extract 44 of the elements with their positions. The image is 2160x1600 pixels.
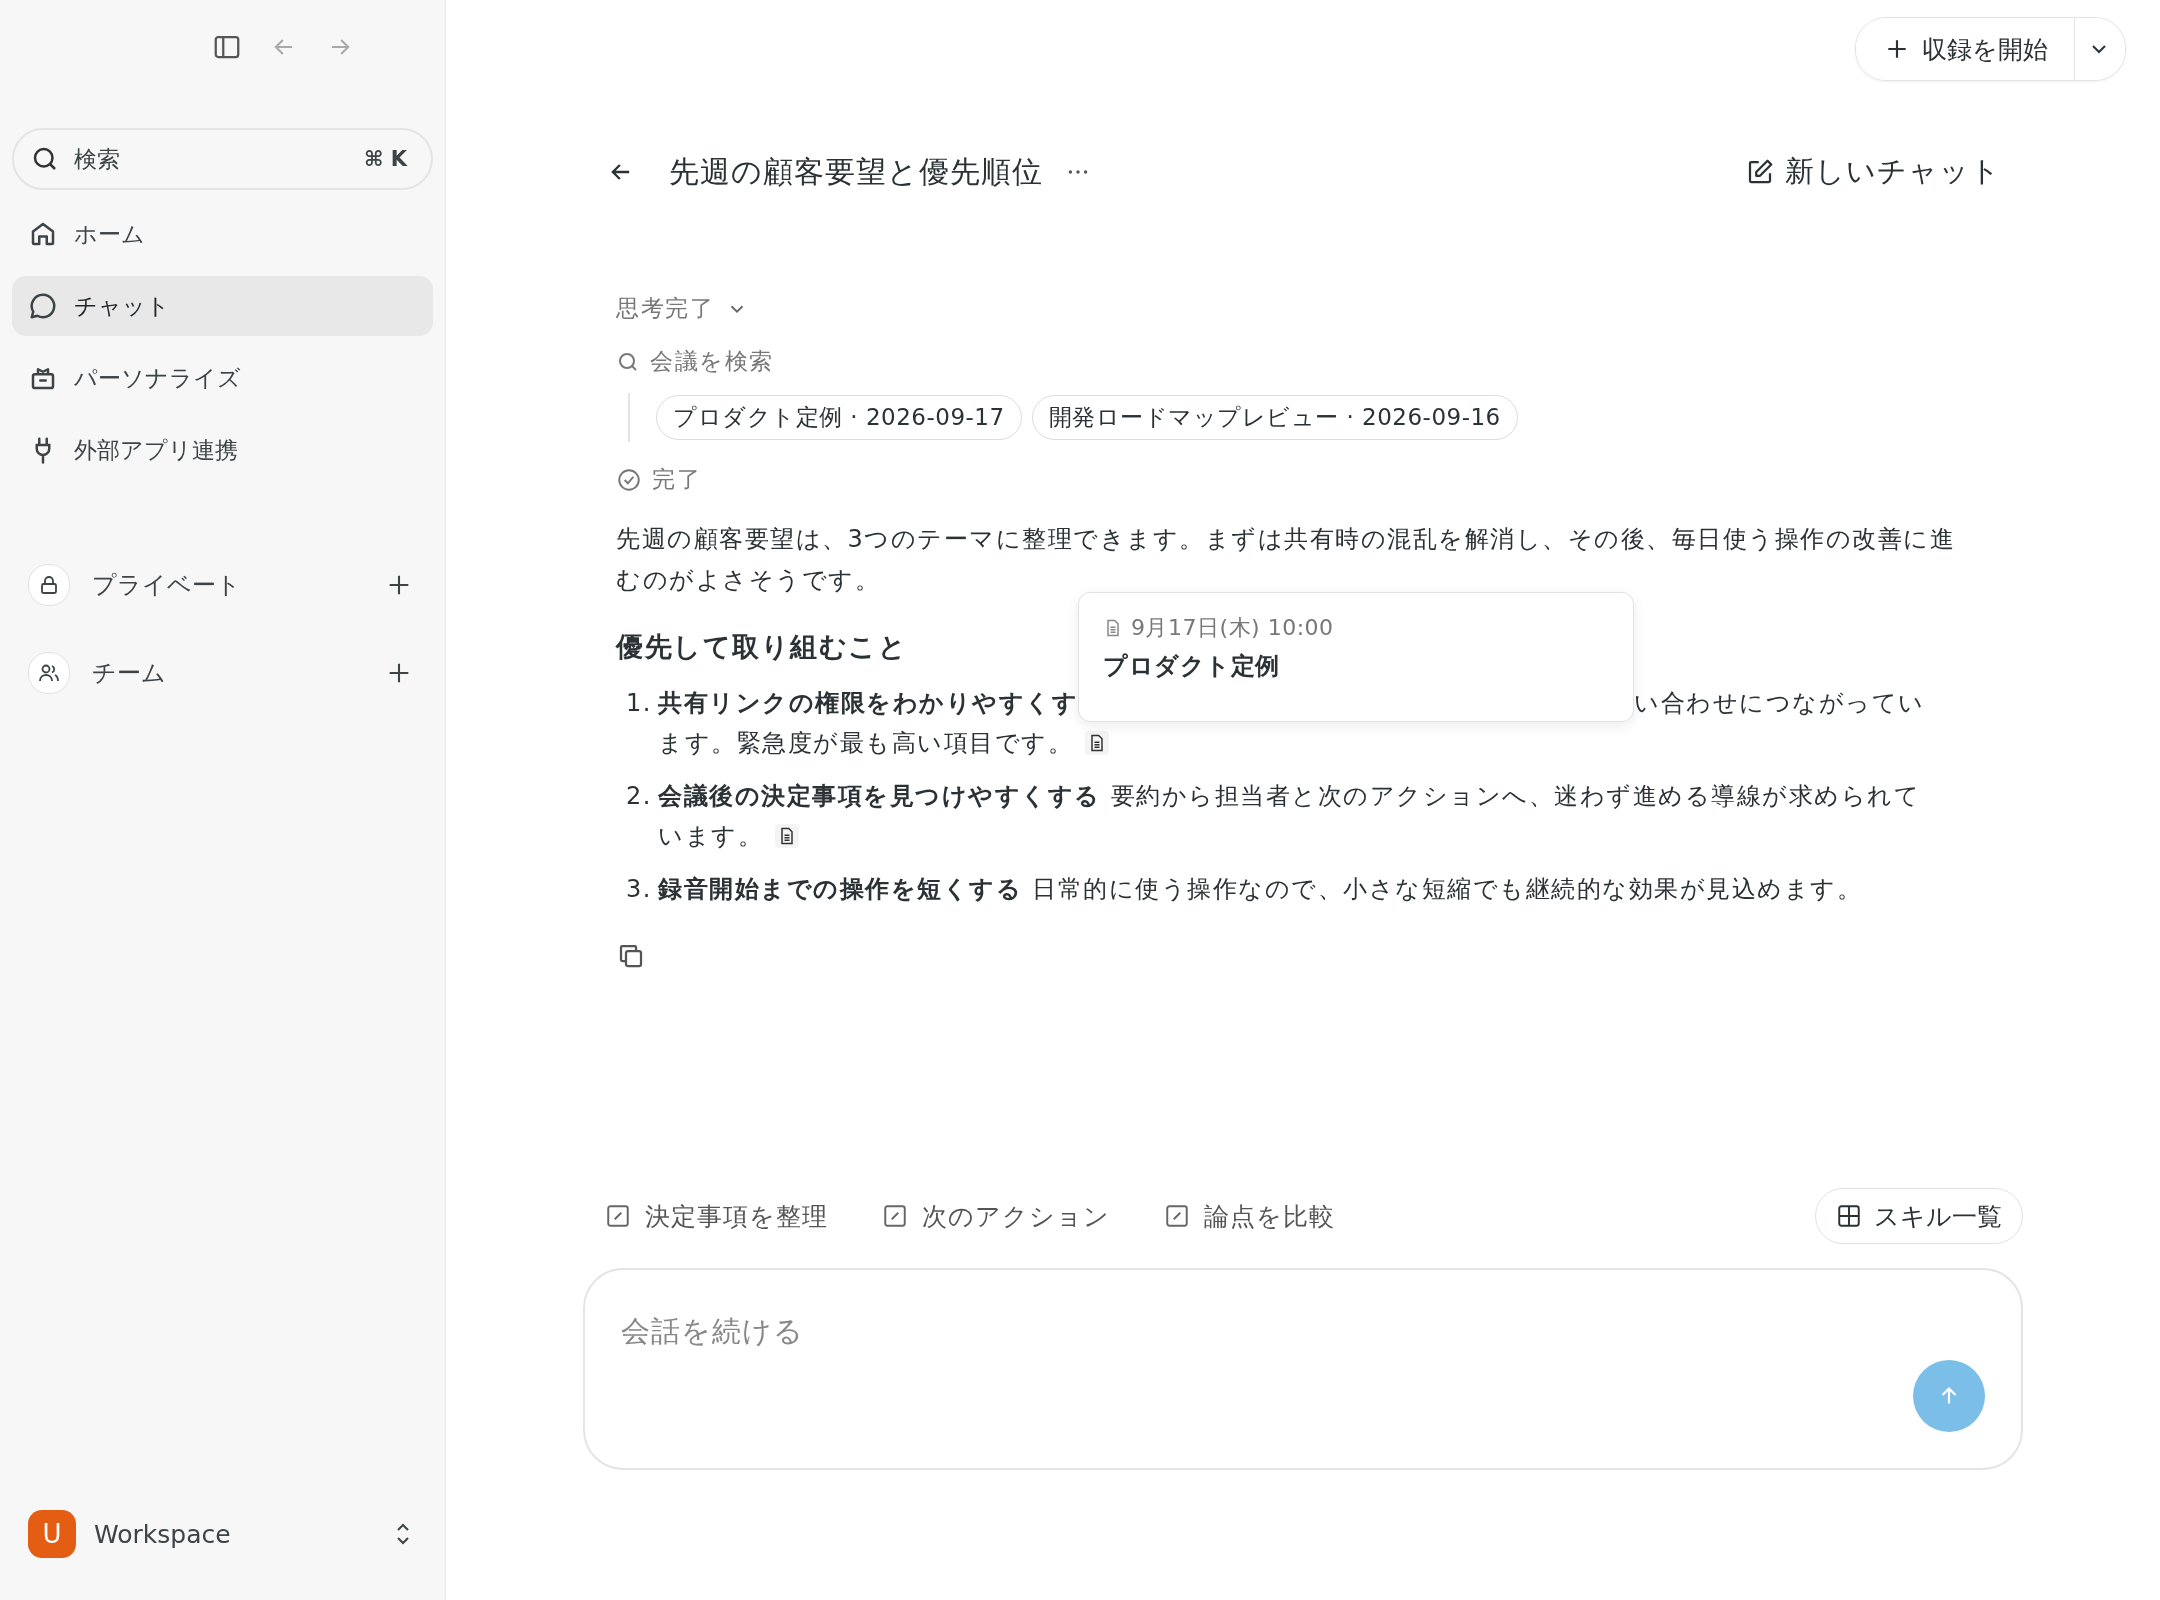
square-pencil-icon <box>605 1203 631 1229</box>
square-pencil-icon <box>882 1203 908 1229</box>
nav-item[interactable]: チャット <box>12 276 433 336</box>
check-circle-icon <box>616 466 642 493</box>
square-pencil-icon <box>1164 1203 1190 1229</box>
message-input[interactable]: 会話を続ける <box>583 1268 2023 1470</box>
answer-paragraph: 先週の顧客要望は、3つのテーマに整理できます。まずは共有時の混乱を解消し、その後、毎日使う操作の改善に進むのがよさそうです。 <box>616 524 1957 596</box>
step-label: 完了 <box>652 465 701 494</box>
item-title: 共有リンクの権限をわかりやすくす <box>658 688 1078 719</box>
list-number: 1. <box>625 688 652 719</box>
thinking-toggle[interactable]: 思考完了 <box>616 293 748 324</box>
step-label: 会議を検索 <box>650 347 774 376</box>
nav-item[interactable]: ホーム <box>12 204 433 264</box>
chat-icon <box>28 291 58 321</box>
item-text: ます。緊急度が最も高い項目です。 <box>658 728 1073 759</box>
item-text: 日常的に使う操作なので、小さな短縮でも継続的な効果が見込めます。 <box>1032 874 1862 905</box>
nav-item[interactable]: 外部アプリ連携 <box>12 420 433 480</box>
item-title: 録音開始までの操作を短くする <box>658 874 1022 905</box>
source-button[interactable] <box>775 824 799 848</box>
answer-heading: 優先して取り組むこと <box>616 631 907 662</box>
skills-list-button[interactable]: スキル一覧 <box>1815 1188 2023 1244</box>
workspace-avatar: U <box>28 1510 76 1558</box>
item-text: います。 <box>658 821 763 852</box>
list-number: 2. <box>625 781 652 812</box>
popover-title: プロダクト定例 <box>1103 651 1281 682</box>
skill-shortcut[interactable]: 論点を比較 <box>1164 1199 1335 1233</box>
item-title: 会議後の決定事項を見つけやすくする <box>658 781 1101 812</box>
grid-icon <box>1836 1203 1862 1229</box>
workspace-switcher[interactable]: U Workspace <box>12 1510 433 1558</box>
section-header[interactable]: プライベート <box>12 564 433 606</box>
shortcut-hint: ⌘ K <box>363 147 407 171</box>
new-chat-button[interactable]: 新しいチャット <box>1745 152 2001 192</box>
list-number: 3. <box>625 874 652 905</box>
chat-title: 先週の顧客要望と優先順位 <box>669 152 1043 191</box>
nav-item[interactable]: パーソナライズ <box>12 348 433 408</box>
start-recording-button[interactable]: 収録を開始 <box>1856 18 2075 80</box>
source-button[interactable] <box>1085 731 1109 755</box>
skill-shortcut[interactable]: 次のアクション <box>882 1199 1110 1233</box>
item-text: 要約から担当者と次のアクションへ、迷わず進める導線が求められて <box>1110 781 1920 812</box>
search-field[interactable]: 検索 ⌘ K <box>12 128 433 190</box>
skill-shortcut[interactable]: 決定事項を整理 <box>605 1199 828 1233</box>
section-header[interactable]: チーム <box>12 652 433 694</box>
item-text: い合わせにつながってい <box>1634 688 1925 719</box>
popover-date: 9月17日(木) 10:00 <box>1131 614 1334 642</box>
